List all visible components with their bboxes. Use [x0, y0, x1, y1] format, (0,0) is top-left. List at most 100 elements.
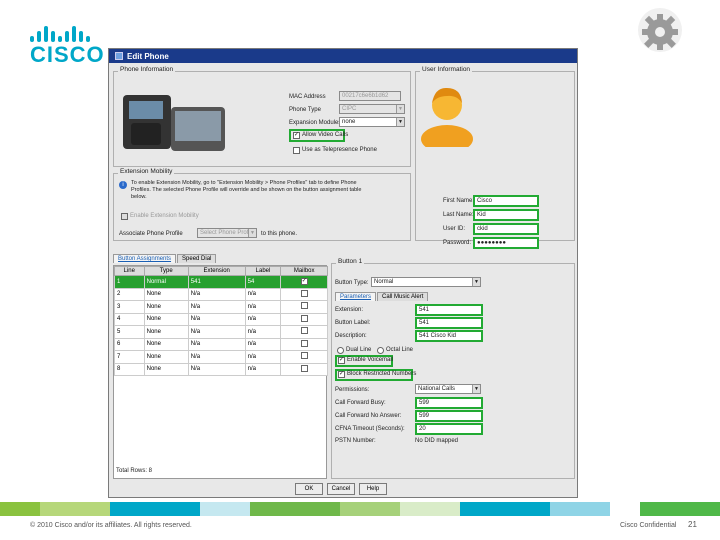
column-header[interactable]: Extension — [187, 266, 246, 276]
table-row[interactable]: 5 None N/a n/a — [114, 325, 328, 339]
edit-phone-dialog: Edit Phone Phone Information MAC Address… — [108, 48, 578, 498]
column-header[interactable]: Mailbox — [280, 266, 328, 276]
mailbox-checkbox[interactable] — [300, 314, 308, 322]
window-icon — [115, 52, 123, 60]
table-row[interactable]: 4 None N/a n/a — [114, 312, 328, 326]
footer-color-block — [550, 502, 610, 516]
associate-profile-suffix: to this phone. — [261, 231, 298, 237]
call-forward-noanswer-field[interactable]: 599 — [415, 410, 483, 422]
permissions-select[interactable]: National Calls ▼ — [415, 384, 481, 394]
cisco-logo-text: CISCO — [30, 42, 105, 67]
mac-address-label: MAC Address — [289, 94, 326, 100]
table-row[interactable]: 8 None N/a n/a — [114, 362, 328, 376]
table-row[interactable]: 7 None N/a n/a — [114, 350, 328, 364]
mailbox-checkbox[interactable]: ✓ — [300, 278, 308, 286]
tab-call-music-alert[interactable]: Call Music Alert — [377, 292, 429, 301]
block-restricted-checkbox[interactable]: ✓ — [338, 371, 345, 378]
table-row[interactable]: 2 None N/a n/a — [114, 287, 328, 301]
dialog-titlebar[interactable]: Edit Phone — [109, 49, 577, 63]
footer-color-block — [250, 502, 340, 516]
footer-color-block — [460, 502, 550, 516]
enable-extension-mobility-checkbox[interactable] — [121, 213, 128, 220]
mailbox-checkbox[interactable] — [300, 302, 308, 310]
allow-video-label: Allow Video Calls — [302, 132, 349, 138]
footer-color-block — [640, 502, 720, 516]
mailbox-checkbox[interactable] — [300, 289, 308, 297]
cfna-timeout-label: CFNA Timeout (Seconds): — [335, 426, 405, 432]
parameter-tabs: Parameters Call Music Alert — [335, 292, 429, 301]
button-label-field[interactable]: 541 — [415, 317, 483, 329]
tab-speed-dial[interactable]: Speed Dial — [177, 254, 217, 263]
table-row[interactable]: 6 None N/a n/a — [114, 337, 328, 351]
column-header[interactable]: Line — [114, 266, 145, 276]
allow-video-checkbox[interactable]: ✓ — [293, 132, 300, 139]
expansion-modules-label: Expansion Modules — [289, 120, 342, 126]
column-header[interactable]: Label — [244, 266, 282, 276]
help-button[interactable]: Help — [359, 483, 387, 495]
chevron-down-icon: ▼ — [396, 118, 404, 126]
footer-color-block — [40, 502, 110, 516]
expansion-modules-select[interactable]: none ▼ — [339, 117, 405, 127]
dual-line-label: Dual Line — [346, 347, 372, 353]
cancel-button[interactable]: Cancel — [327, 483, 355, 495]
call-forward-busy-label: Call Forward Busy: — [335, 400, 386, 406]
chevron-down-icon: ▼ — [472, 385, 480, 393]
last-name-label: Last Name: — [443, 212, 474, 218]
pstn-number-value: No DID mapped — [415, 438, 459, 444]
footer-color-block — [200, 502, 250, 516]
footer-color-block — [610, 502, 640, 516]
tab-button-assignments[interactable]: Button Assignments — [113, 254, 177, 263]
tab-parameters[interactable]: Parameters — [335, 292, 377, 301]
user-avatar-icon — [421, 87, 473, 147]
footer-color-block — [340, 502, 400, 516]
footer-color-block — [0, 502, 40, 516]
total-rows: Total Rows: 8 — [116, 468, 153, 474]
cisco-logo-bars — [30, 20, 94, 42]
mailbox-checkbox[interactable] — [300, 339, 308, 347]
table-row[interactable]: 3 None N/a n/a — [114, 300, 328, 314]
associate-profile-label: Associate Phone Profile — [119, 231, 183, 237]
telepresence-checkbox[interactable] — [293, 147, 300, 154]
associate-profile-select[interactable]: Select Phone Profile ▼ — [197, 228, 257, 238]
phone-image-secondary — [171, 107, 225, 151]
button-type-label: Button Type: — [335, 280, 369, 286]
user-id-label: User ID: — [443, 226, 466, 232]
cfna-timeout-field[interactable]: 20 — [415, 423, 483, 435]
mailbox-checkbox[interactable] — [300, 352, 308, 360]
password-label: Password: — [443, 240, 472, 246]
phone-type-select[interactable]: CIPC ▼ — [339, 104, 405, 114]
user-information-title: User Information — [420, 66, 473, 73]
first-name-label: First Name: — [443, 198, 475, 204]
button-type-select[interactable]: Normal ▼ — [371, 277, 481, 287]
extension-label: Extension: — [335, 307, 364, 313]
extension-mobility-info: To enable Extension Mobility, go to "Ext… — [131, 180, 362, 200]
button-assignment-table-panel: Line Type Extension Label Mailbox 1 Norma… — [113, 265, 328, 479]
ok-button[interactable]: OK — [295, 483, 323, 495]
button-detail-title: Button 1 — [336, 258, 365, 265]
mailbox-checkbox[interactable] — [300, 327, 308, 335]
mac-address-field[interactable]: 00217c6e6b1d62 — [339, 91, 401, 101]
octal-line-radio[interactable] — [377, 347, 384, 354]
password-field[interactable]: ●●●●●●●● — [473, 237, 539, 249]
call-forward-busy-field[interactable]: 599 — [415, 397, 483, 409]
dual-line-radio[interactable] — [337, 347, 344, 354]
info-icon: i — [119, 181, 127, 189]
first-name-field[interactable]: Cisco — [473, 195, 539, 207]
column-header[interactable]: Type — [143, 266, 189, 276]
extension-mobility-title: Extension Mobility — [118, 168, 175, 175]
phone-image-main — [123, 95, 171, 149]
description-field[interactable]: 541 Cisco Kid — [415, 330, 483, 342]
gear-icon — [638, 8, 682, 52]
mailbox-checkbox[interactable] — [300, 364, 308, 372]
user-id-field[interactable]: ckid — [473, 223, 539, 235]
octal-line-label: Octal Line — [386, 347, 414, 353]
last-name-field[interactable]: Kid — [473, 209, 539, 221]
telepresence-label: Use as Telepresence Phone — [302, 147, 377, 153]
enable-voicemail-checkbox[interactable]: ✓ — [338, 357, 345, 364]
chevron-down-icon: ▼ — [472, 278, 480, 286]
footer-color-block — [110, 502, 200, 516]
table-row[interactable]: 1 Normal 541 54 ✓ — [114, 275, 328, 289]
page-number: 21 — [688, 520, 697, 529]
extension-field[interactable]: 541 — [415, 304, 483, 316]
footer-color-block — [400, 502, 460, 516]
